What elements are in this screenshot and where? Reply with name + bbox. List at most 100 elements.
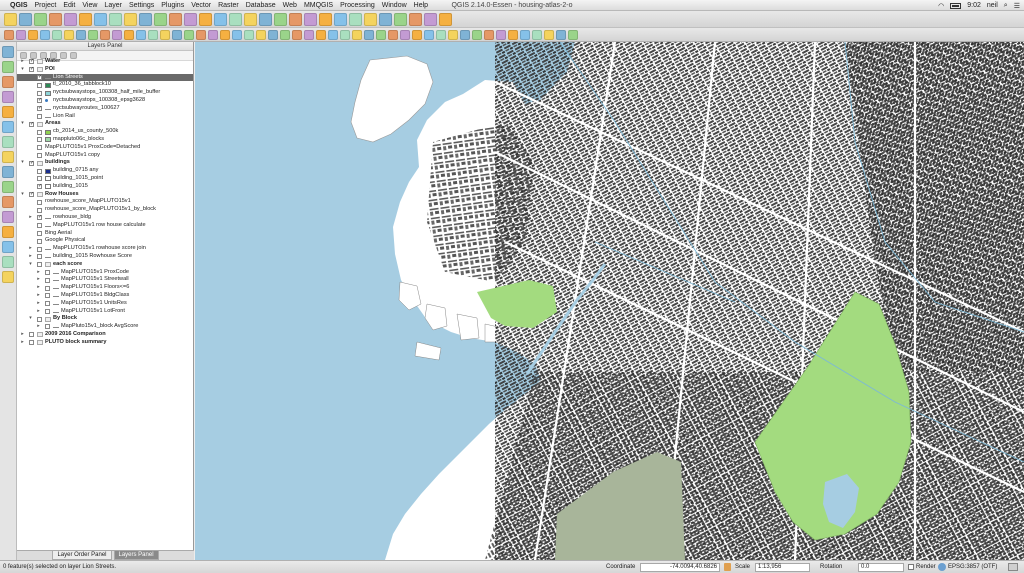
add-layer-icon[interactable] xyxy=(2,121,14,133)
menu-help[interactable]: Help xyxy=(414,2,428,9)
layer-visibility-checkbox[interactable] xyxy=(37,262,42,268)
digitize-tool-icon[interactable] xyxy=(88,29,98,40)
layer-visibility-checkbox[interactable] xyxy=(37,137,42,143)
layer-visibility-checkbox[interactable] xyxy=(29,340,34,346)
digitize-tool-icon[interactable] xyxy=(556,29,566,40)
layer-item[interactable]: Bing Aerial xyxy=(17,230,193,238)
zoom-next-icon[interactable] xyxy=(229,12,242,26)
layer-visibility-checkbox[interactable] xyxy=(45,293,50,299)
layer-visibility-checkbox[interactable] xyxy=(37,90,42,96)
digitize-tool-icon[interactable] xyxy=(244,29,254,40)
chevron-right-icon[interactable]: ▸ xyxy=(36,323,41,331)
layer-visibility-checkbox[interactable] xyxy=(45,301,50,307)
layer-visibility-checkbox[interactable] xyxy=(37,168,42,174)
chevron-right-icon[interactable]: ▸ xyxy=(36,269,41,277)
chevron-right-icon[interactable]: ▸ xyxy=(36,300,41,308)
menu-processing[interactable]: Processing xyxy=(340,2,375,9)
digitize-tool-icon[interactable] xyxy=(280,29,290,40)
zoom-last-icon[interactable] xyxy=(214,12,227,26)
layer-visibility-checkbox[interactable] xyxy=(37,199,42,205)
pan-icon[interactable] xyxy=(94,12,107,26)
chevron-down-icon[interactable]: ▾ xyxy=(28,261,33,269)
crs-icon[interactable] xyxy=(938,563,946,571)
add-layer-icon[interactable] xyxy=(2,76,14,88)
chevron-right-icon[interactable]: ▸ xyxy=(36,284,41,292)
menu-raster[interactable]: Raster xyxy=(218,2,239,9)
app-menu[interactable]: QGIS xyxy=(10,2,28,9)
digitize-tool-icon[interactable] xyxy=(184,29,194,40)
digitize-tool-icon[interactable] xyxy=(316,29,326,40)
print-composer-icon[interactable] xyxy=(64,12,77,26)
spotlight-icon[interactable]: ⌕ xyxy=(1004,2,1008,10)
digitize-tool-icon[interactable] xyxy=(400,29,410,40)
python-console-icon[interactable] xyxy=(424,12,437,26)
zoom-in-icon[interactable] xyxy=(124,12,137,26)
layer-visibility-checkbox[interactable] xyxy=(37,82,42,88)
layer-visibility-checkbox[interactable] xyxy=(45,308,50,314)
select-icon[interactable] xyxy=(274,12,287,26)
chevron-down-icon[interactable]: ▾ xyxy=(20,66,25,74)
add-layer-icon[interactable] xyxy=(2,271,14,283)
layer-group[interactable]: ▾ Areas xyxy=(17,120,193,128)
add-layer-icon[interactable] xyxy=(2,196,14,208)
zoom-actual-icon[interactable] xyxy=(154,12,167,26)
tab-layers-panel[interactable]: Layers Panel xyxy=(113,551,159,560)
digitize-tool-icon[interactable] xyxy=(136,29,146,40)
layer-visibility-checkbox[interactable] xyxy=(45,269,50,275)
chevron-down-icon[interactable]: ▾ xyxy=(28,315,33,323)
layer-visibility-checkbox[interactable] xyxy=(45,324,50,330)
digitize-tool-icon[interactable] xyxy=(496,29,506,40)
chevron-right-icon[interactable]: ▸ xyxy=(20,58,25,66)
digitize-tool-icon[interactable] xyxy=(112,29,122,40)
add-layer-icon[interactable] xyxy=(2,166,14,178)
open-project-icon[interactable] xyxy=(19,12,32,26)
layer-group[interactable]: ▸ Water xyxy=(17,58,193,66)
add-layer-icon[interactable] xyxy=(2,106,14,118)
layer-item[interactable]: MapPLUTO15v1 copy xyxy=(17,152,193,160)
digitize-tool-icon[interactable] xyxy=(532,29,542,40)
layer-visibility-checkbox[interactable] xyxy=(37,246,42,252)
lock-icon[interactable] xyxy=(724,563,731,571)
digitize-tool-icon[interactable] xyxy=(448,29,458,40)
layer-item[interactable]: tl_2010_36_tabblock10 xyxy=(17,81,193,89)
refresh-icon[interactable] xyxy=(244,12,257,26)
digitize-tool-icon[interactable] xyxy=(436,29,446,40)
digitize-tool-icon[interactable] xyxy=(364,29,374,40)
digitize-tool-icon[interactable] xyxy=(352,29,362,40)
digitize-tool-icon[interactable] xyxy=(220,29,230,40)
layer-item[interactable]: Google Physical xyxy=(17,237,193,245)
digitize-tool-icon[interactable] xyxy=(412,29,422,40)
layer-visibility-checkbox[interactable] xyxy=(37,176,42,182)
digitize-tool-icon[interactable] xyxy=(28,29,38,40)
add-layer-icon[interactable] xyxy=(2,256,14,268)
digitize-tool-icon[interactable] xyxy=(64,29,74,40)
chevron-right-icon[interactable]: ▸ xyxy=(36,308,41,316)
layer-group[interactable]: ▾ buildings xyxy=(17,159,193,167)
digitize-tool-icon[interactable] xyxy=(340,29,350,40)
layer-item[interactable]: cb_2014_us_county_500k xyxy=(17,128,193,136)
scale-field[interactable]: 1:13,956 xyxy=(755,563,810,572)
chevron-right-icon[interactable]: ▸ xyxy=(20,331,25,339)
pan-to-selection-icon[interactable] xyxy=(109,12,122,26)
layer-item[interactable]: MapPLUTO15v1 row house calculate xyxy=(17,222,193,230)
digitize-tool-icon[interactable] xyxy=(52,29,62,40)
add-layer-icon[interactable] xyxy=(2,211,14,223)
layer-visibility-checkbox[interactable] xyxy=(45,285,50,291)
save-as-icon[interactable] xyxy=(49,12,62,26)
layer-visibility-checkbox[interactable] xyxy=(37,97,42,105)
chevron-right-icon[interactable]: ▸ xyxy=(28,245,33,253)
layer-item[interactable]: ▸ MapPLUTO15v1 Floors<=6 xyxy=(17,284,193,292)
chevron-right-icon[interactable]: ▸ xyxy=(36,292,41,300)
coordinate-field[interactable]: -74.0094,40.6826 xyxy=(640,563,720,572)
layer-group[interactable]: ▾ POI xyxy=(17,66,193,74)
digitize-tool-icon[interactable] xyxy=(160,29,170,40)
layer-group[interactable]: ▸ 2009 2016 Comparison xyxy=(17,331,193,339)
layer-item[interactable]: building_1015_point xyxy=(17,175,193,183)
chevron-down-icon[interactable]: ▾ xyxy=(20,191,25,199)
add-layer-icon[interactable] xyxy=(2,181,14,193)
digitize-tool-icon[interactable] xyxy=(388,29,398,40)
digitize-tool-icon[interactable] xyxy=(568,29,578,40)
digitize-tool-icon[interactable] xyxy=(124,29,134,40)
menu-database[interactable]: Database xyxy=(246,2,276,9)
processing-toolbox-icon[interactable] xyxy=(439,12,452,26)
